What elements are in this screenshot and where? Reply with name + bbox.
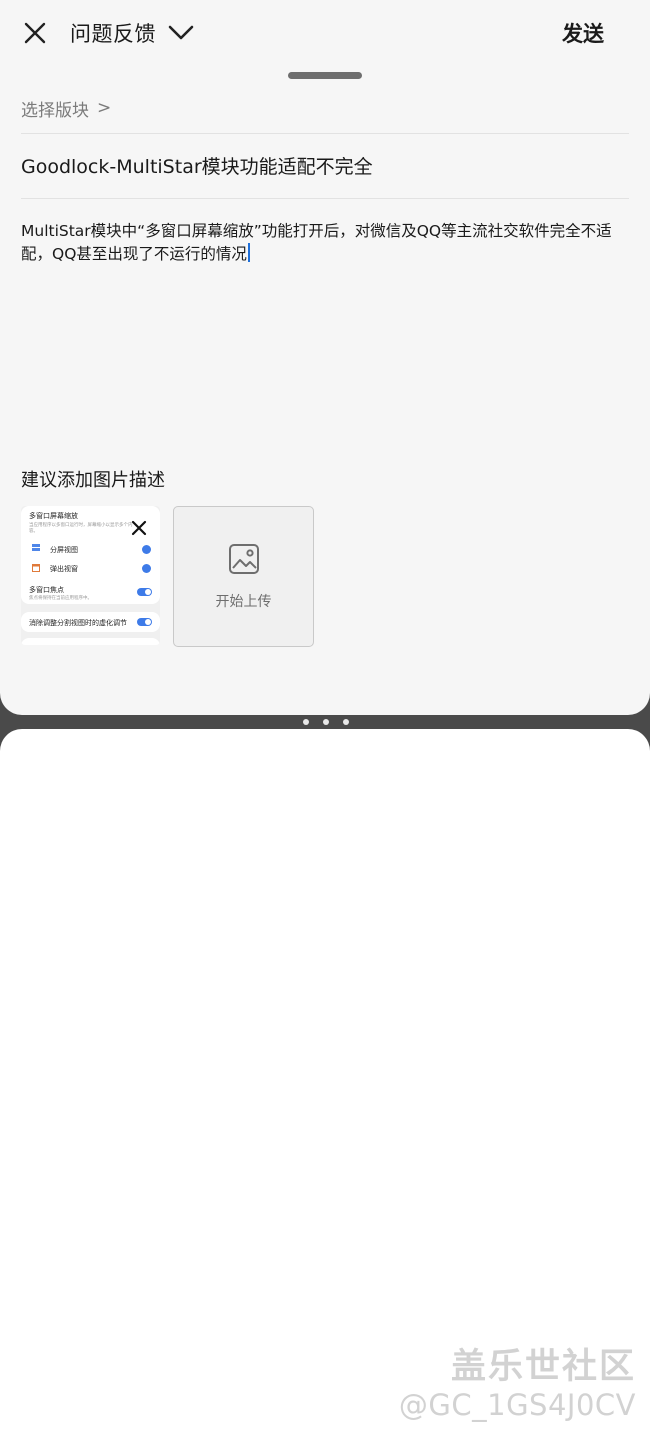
chevron-down-icon: [168, 25, 194, 40]
thumb-blur-label: 消除调整分割视图时的虚化调节: [29, 619, 127, 627]
bottom-app-panel: [0, 729, 650, 1444]
section-select-arrow: >: [97, 98, 112, 118]
split-handle[interactable]: [303, 718, 349, 726]
thumb-item-2: 弹出视窗: [50, 565, 78, 573]
dot: [303, 719, 309, 725]
section-select[interactable]: 选择版块 >: [21, 84, 629, 132]
thumb-focus-title: 多窗口焦点: [29, 586, 64, 594]
watermark-user: @GC_1GS4J0CV: [398, 1388, 636, 1422]
description-text: MultiStar模块中“多窗口屏幕缩放”功能打开后，对微信及QQ等主流社交软件…: [21, 222, 612, 263]
toggle-switch: [137, 618, 152, 626]
dot: [343, 719, 349, 725]
page-title: 问题反馈: [70, 22, 156, 46]
subject-input[interactable]: Goodlock-MultiStar模块功能适配不完全: [21, 150, 629, 184]
header: 问题反馈 发送: [0, 0, 650, 66]
popup-view-icon: [32, 564, 40, 572]
close-icon: [131, 520, 147, 536]
thumb-card: [21, 638, 160, 645]
feedback-panel: 问题反馈 发送 选择版块 > Goodlock-MultiStar模块功能适配不…: [0, 0, 650, 715]
thumb-title: 多窗口屏幕缩放: [29, 512, 78, 520]
divider: [21, 133, 629, 134]
image-icon: [227, 542, 261, 576]
thumb-focus-sub: 焦点将保持在当前应用程序中。: [29, 596, 92, 601]
toggle-switch: [137, 588, 152, 596]
check-icon: [142, 545, 151, 554]
section-select-label: 选择版块: [21, 100, 89, 121]
thumb-item-1: 分屏视图: [50, 546, 78, 554]
remove-attachment-button[interactable]: [127, 516, 151, 540]
dot: [323, 719, 329, 725]
check-icon: [142, 564, 151, 573]
description-textarea[interactable]: MultiStar模块中“多窗口屏幕缩放”功能打开后，对微信及QQ等主流社交软件…: [21, 220, 621, 266]
watermark-name: 盖乐世社区: [450, 1347, 636, 1387]
drag-handle[interactable]: [288, 72, 362, 79]
title-dropdown[interactable]: 问题反馈: [70, 14, 194, 52]
thumb-subtitle: 当应用程序以多窗口运行时，屏幕缩小以显示多个内容。: [29, 523, 133, 534]
photo-hint: 建议添加图片描述: [21, 470, 165, 491]
close-button[interactable]: [16, 14, 54, 52]
upload-button[interactable]: 开始上传: [173, 506, 314, 647]
divider: [21, 198, 629, 199]
upload-label: 开始上传: [215, 594, 272, 610]
split-view-icon: [32, 544, 40, 551]
close-icon: [24, 22, 46, 44]
text-caret: [247, 243, 250, 262]
send-button[interactable]: 发送: [562, 14, 604, 52]
thumb-card: 消除调整分割视图时的虚化调节: [21, 612, 160, 632]
